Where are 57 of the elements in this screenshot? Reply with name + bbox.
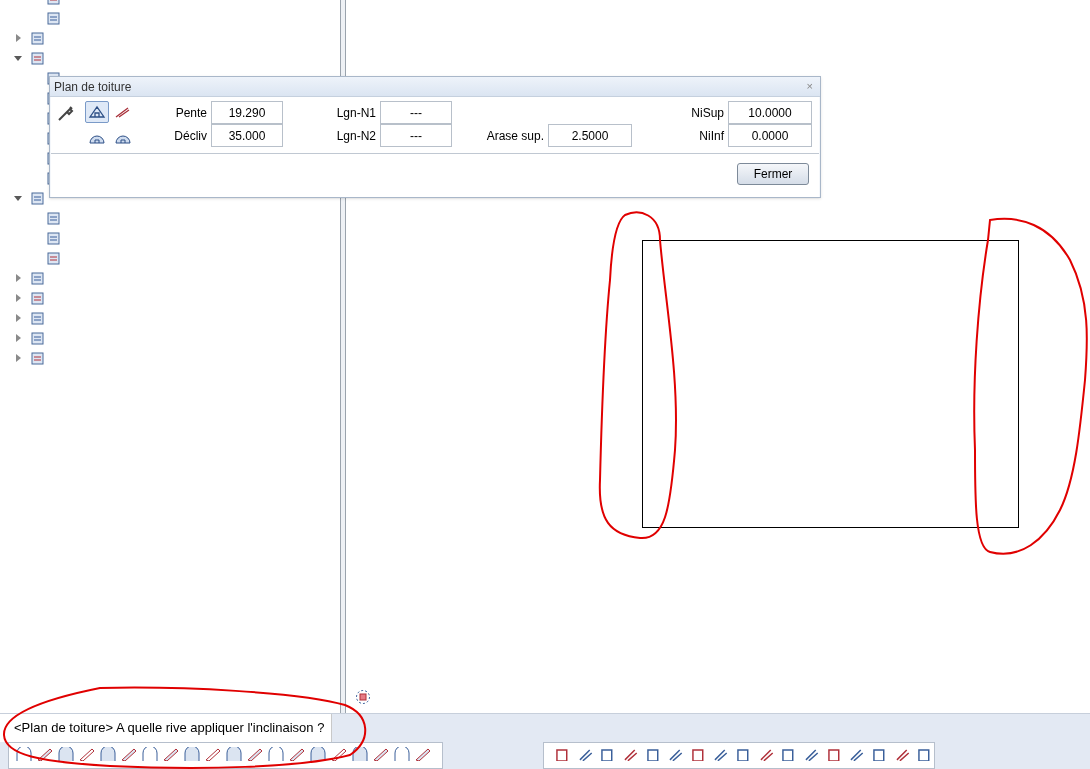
- tool-icon[interactable]: [267, 747, 285, 762]
- value-field[interactable]: 19.290: [211, 101, 283, 124]
- roof-outline[interactable]: [642, 240, 1019, 528]
- collapsed-arrow-icon[interactable]: [14, 334, 22, 342]
- field-label: Arase sup.: [485, 127, 545, 145]
- collapsed-arrow-icon[interactable]: [14, 34, 22, 42]
- value-field[interactable]: 10.0000: [728, 101, 812, 124]
- tool-icon[interactable]: [393, 747, 411, 762]
- tool-icon[interactable]: [46, 250, 62, 266]
- close-dialog-button[interactable]: Fermer: [737, 163, 809, 185]
- tool-icon[interactable]: [372, 747, 390, 762]
- tool-icon[interactable]: [204, 747, 222, 762]
- collapsed-arrow-icon[interactable]: [14, 294, 22, 302]
- field-label: Pente: [174, 104, 208, 122]
- field-label: Lgn-N1: [335, 104, 377, 122]
- tool-icon[interactable]: [120, 747, 138, 762]
- slope-icon: [113, 105, 132, 119]
- tool-icon[interactable]: [225, 747, 243, 762]
- tool-icon[interactable]: [162, 747, 180, 762]
- tool-icon[interactable]: [803, 747, 821, 762]
- tool-icon[interactable]: [141, 747, 159, 762]
- eyedropper-icon[interactable]: [57, 104, 75, 122]
- dialog-title: Plan de toiture: [54, 78, 132, 96]
- tool-icon[interactable]: [78, 747, 96, 762]
- collapsed-arrow-icon[interactable]: [14, 314, 22, 322]
- roof-outline-icon: [88, 105, 106, 119]
- collapsed-arrow-icon[interactable]: [14, 354, 22, 362]
- value-field[interactable]: 0.0000: [728, 124, 812, 147]
- tool-icon[interactable]: [330, 747, 348, 762]
- tool-icon[interactable]: [36, 747, 54, 762]
- tool-icon[interactable]: [667, 747, 685, 762]
- tool-icon[interactable]: [848, 747, 866, 762]
- field-label: Lgn-N2: [335, 127, 377, 145]
- value-field[interactable]: ---: [380, 101, 452, 124]
- value-field[interactable]: ---: [380, 124, 452, 147]
- expanded-arrow-icon[interactable]: [14, 54, 22, 62]
- field-label: NiSup: [690, 104, 725, 122]
- field-label: Décliv: [173, 127, 208, 145]
- tool-icon[interactable]: [288, 747, 306, 762]
- tool-icon[interactable]: [30, 350, 46, 366]
- tool-icon[interactable]: [183, 747, 201, 762]
- tool-icon[interactable]: [309, 747, 327, 762]
- tool-icon[interactable]: [99, 747, 117, 762]
- tool-icon[interactable]: [15, 747, 33, 762]
- expanded-arrow-icon[interactable]: [14, 194, 22, 202]
- field-label: NiInf: [698, 127, 725, 145]
- tool-icon[interactable]: [57, 747, 75, 762]
- tool-icon[interactable]: [30, 50, 46, 66]
- collapsed-arrow-icon[interactable]: [14, 274, 22, 282]
- tool-icon[interactable]: [30, 290, 46, 306]
- value-field[interactable]: 2.5000: [548, 124, 632, 147]
- value-field[interactable]: 35.000: [211, 124, 283, 147]
- tool-icon[interactable]: [246, 747, 264, 762]
- command-prompt: <Plan de toiture> A quelle rive appliquer l'inclinaison ?: [0, 714, 332, 742]
- tool-icon[interactable]: [414, 747, 432, 762]
- roof-tool-button[interactable]: [85, 101, 109, 123]
- snap-point-icon: [355, 689, 371, 705]
